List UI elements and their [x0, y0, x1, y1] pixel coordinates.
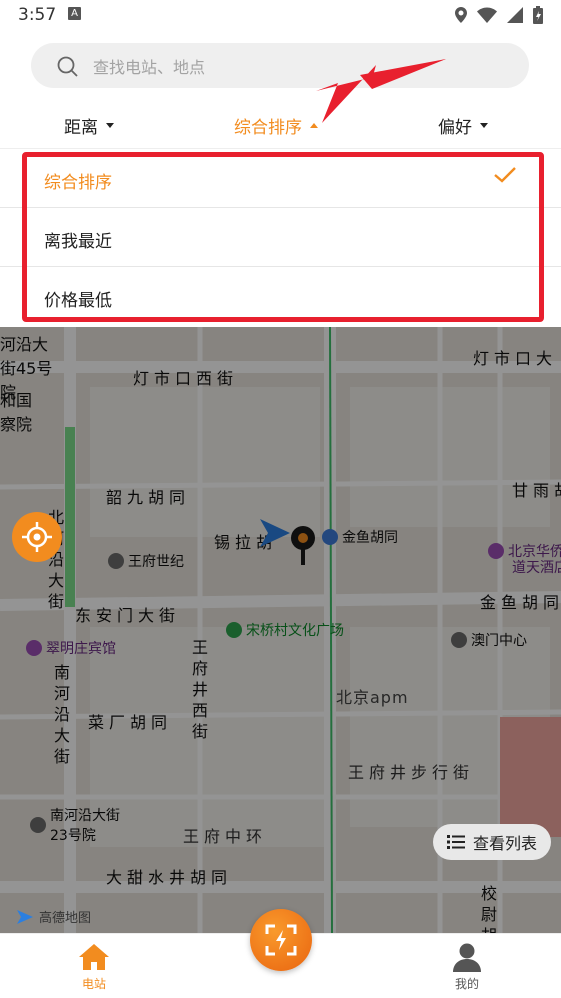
filter-distance-label: 距离	[64, 118, 98, 138]
user-icon	[453, 943, 481, 972]
highlight-box	[22, 152, 544, 322]
tab-mine-label: 我的	[454, 977, 479, 991]
filter-distance[interactable]: 距离	[64, 113, 114, 138]
search-icon	[57, 56, 78, 77]
status-icons	[455, 6, 543, 24]
scan-icon	[265, 924, 297, 956]
tab-mine[interactable]: 我的	[427, 942, 507, 992]
locate-button[interactable]	[12, 512, 62, 562]
caret-down-icon	[106, 123, 114, 128]
tab-stations[interactable]: 电站	[54, 942, 134, 992]
tab-stations-label: 电站	[81, 977, 106, 991]
caret-down-icon	[480, 123, 488, 128]
amap-logo-icon	[17, 909, 33, 924]
battery-icon	[533, 6, 543, 24]
signal-icon	[507, 7, 523, 23]
annotation-arrow-icon	[316, 59, 446, 123]
scan-charge-button[interactable]	[250, 909, 312, 971]
wifi-icon	[477, 7, 497, 23]
view-list-label: 查看列表	[472, 834, 537, 853]
crosshair-icon	[22, 522, 52, 552]
status-time: 3:57	[18, 5, 57, 25]
notification-icon: A	[68, 7, 81, 20]
search-input[interactable]: 查找电站、地点	[93, 54, 205, 78]
status-bar: 3:57 A	[0, 0, 561, 32]
map-attribution: 高德地图	[15, 907, 91, 926]
filter-sort-label: 综合排序	[234, 118, 302, 138]
view-list-button[interactable]: 查看列表	[433, 824, 551, 860]
list-icon	[446, 835, 465, 849]
location-icon	[455, 7, 467, 23]
home-icon	[79, 944, 109, 970]
